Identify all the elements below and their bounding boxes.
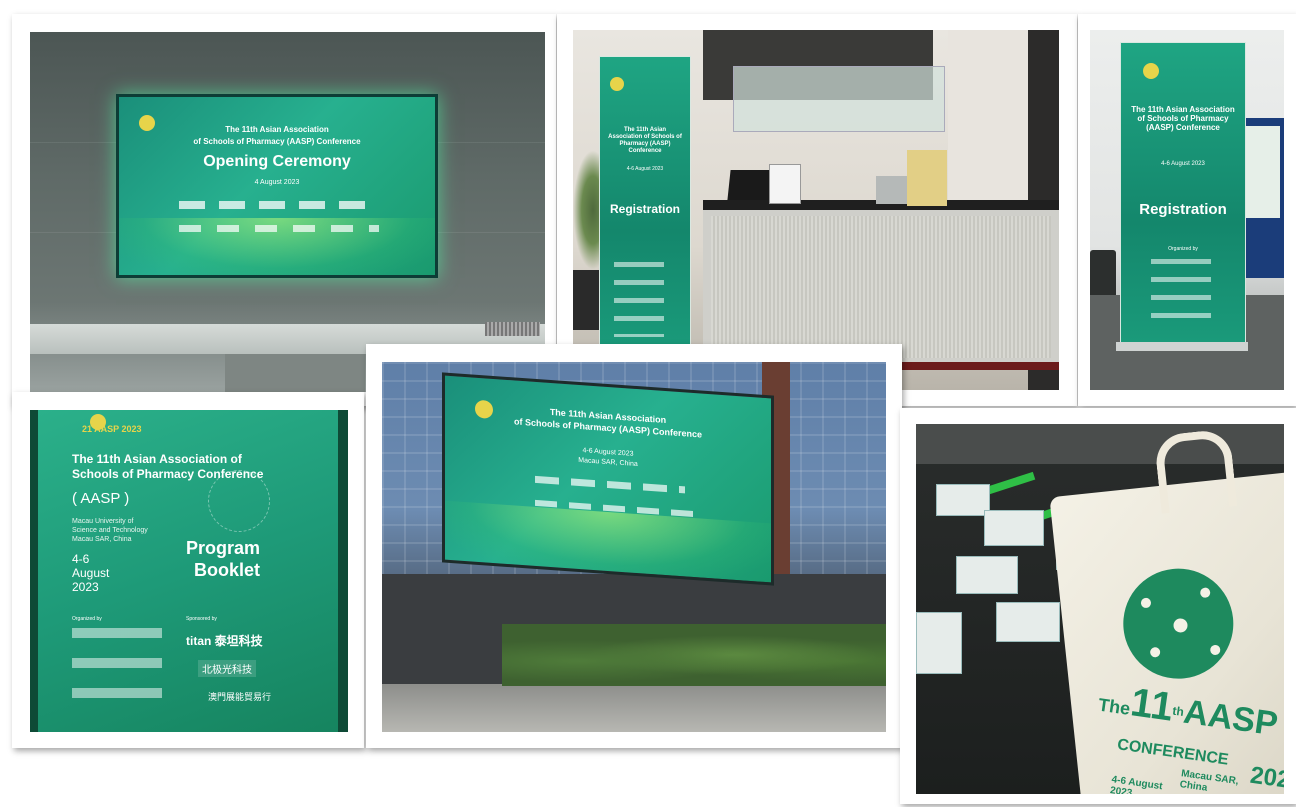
name-badge [984, 510, 1044, 546]
organizer-logos [614, 262, 664, 337]
monitor [727, 170, 773, 200]
bag-conference: CONFERENCE [1116, 736, 1230, 769]
name-badge [956, 556, 1018, 594]
banner-title: The 11th Asian Association of Schools of… [1131, 105, 1235, 133]
organizer-logos [535, 475, 685, 494]
photo-building-screen: The 11th Asian Association of Schools of… [366, 344, 902, 748]
booklet-sponsor2: 北极光科技 [198, 660, 256, 677]
document-stand [769, 164, 801, 204]
led-screen: The 11th Asian Association of Schools of… [116, 94, 438, 278]
booklet-sponsored-label: Sponsored by [186, 616, 217, 622]
building-led-screen: The 11th Asian Association of Schools of… [442, 372, 774, 586]
photo-registration-banner: The 11th Asian Association of Schools of… [1078, 14, 1296, 406]
screen-headline: Opening Ceremony [203, 153, 351, 170]
bag-dates: 4-6 August 2023 [1109, 774, 1164, 794]
registration-banner-left: The 11th Asian Association of Schools of… [599, 56, 691, 348]
booklet-venue-line3: Macau SAR, China [72, 536, 132, 543]
sponsor-logos [179, 225, 379, 232]
banner-dates: 4-6 August 2023 [626, 166, 664, 172]
bag-brand-top: The [1097, 694, 1132, 719]
tote-bag: The11thAASP CONFERENCE 2023 4-6 August 2… [1049, 428, 1284, 794]
bag-location: Macau SAR, China [1178, 768, 1240, 794]
screen-date: 4 August 2023 [254, 179, 300, 186]
bag-year: 2023 [1248, 761, 1284, 794]
booklet-logo-text: 21 AASP 2023 [82, 424, 142, 434]
organizer-logos [72, 628, 162, 718]
name-badge [996, 602, 1060, 642]
booklet-cover: 21 AASP 2023 The 11th Asian Association … [38, 410, 338, 732]
organizer-logos [179, 201, 379, 209]
bag-handle [1153, 428, 1238, 514]
name-badge [916, 612, 962, 674]
name-badge [936, 484, 990, 516]
screen-title-line2: of Schools of Pharmacy (AASP) Conference [193, 137, 361, 146]
booklet-headline-line2: Booklet [194, 560, 261, 580]
banner-headline: Registration [1139, 201, 1227, 218]
hedge [502, 624, 886, 686]
aasp-logo-icon [610, 77, 624, 91]
booklet-dates-line2: August [72, 566, 110, 580]
photo-tote-bags: The11thAASP CONFERENCE 2023 4-6 August 2… [900, 408, 1296, 804]
molecule-logo-icon [1117, 563, 1239, 685]
bag-brand-name: AASP [1181, 692, 1281, 744]
booklet-dates-line3: 2023 [72, 580, 99, 594]
screen-title-line1: The 11th Asian Association [225, 125, 329, 134]
organizer-logos [1151, 259, 1211, 325]
booklet-headline-line1: Program [186, 538, 261, 558]
banner-title: The 11th Asian Association of Schools of… [608, 127, 682, 154]
aasp-logo-icon [1143, 63, 1159, 79]
molecule-icon [208, 470, 270, 532]
booklet-title-line1: The 11th Asian Association of [72, 452, 242, 466]
booklet-sponsor1: titan 泰坦科技 [186, 634, 263, 648]
booklet-sponsor3: 澳門展能貿易行 [208, 692, 272, 702]
registration-banner-right: The 11th Asian Association of Schools of… [1120, 42, 1246, 344]
booklet-acronym: ( AASP ) [72, 490, 130, 507]
photo-program-booklet: 21 AASP 2023 The 11th Asian Association … [12, 392, 364, 748]
banner-organized-label: Organized by [1168, 246, 1198, 252]
bag-brand: The11thAASP [1096, 676, 1281, 746]
booklet-organized-label: Organized by [72, 616, 102, 622]
booklet-venue-line1: Macau University of [72, 518, 134, 525]
banner-dates: 4-6 August 2023 [1161, 161, 1205, 167]
booklet-dates-line1: 4-6 [72, 552, 90, 566]
banner-stand-base [1116, 342, 1248, 351]
bag-brand-number: 11 [1128, 680, 1177, 730]
banner-headline: Registration [609, 202, 680, 216]
booklet-venue-line2: Science and Technology [72, 527, 148, 534]
